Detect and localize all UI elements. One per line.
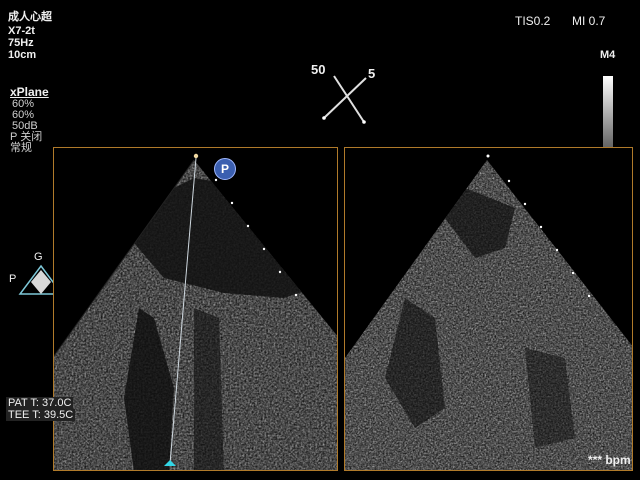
mode-label: 成人心超: [8, 11, 52, 23]
heart-rate: *** bpm: [588, 453, 631, 467]
patient-temp: PAT T: 37.0C: [6, 397, 74, 409]
tis-label: TIS0.2: [515, 14, 551, 28]
orientation-top: G: [34, 251, 43, 263]
right-image-panel[interactable]: [344, 147, 633, 471]
tee-temp: TEE T: 39.5C: [6, 409, 76, 421]
orientation-left: P: [9, 273, 17, 285]
mi-label: MI 0.7: [572, 14, 606, 28]
left-sector-image: [54, 153, 337, 470]
frame-rate-label: 75Hz: [8, 37, 34, 49]
right-sector-image: [345, 154, 632, 470]
plane-angle-left: 50: [311, 62, 326, 77]
plane-angle-right: 5: [368, 66, 376, 81]
left-image-panel[interactable]: P: [53, 147, 338, 471]
depth-label: 10cm: [8, 49, 37, 61]
p-badge[interactable]: P: [214, 158, 236, 180]
setting-mode: 常规: [10, 142, 32, 154]
xplane-title[interactable]: xPlane: [10, 86, 49, 98]
map-label: M4: [600, 49, 616, 61]
probe-label: X7-2t: [8, 25, 35, 37]
